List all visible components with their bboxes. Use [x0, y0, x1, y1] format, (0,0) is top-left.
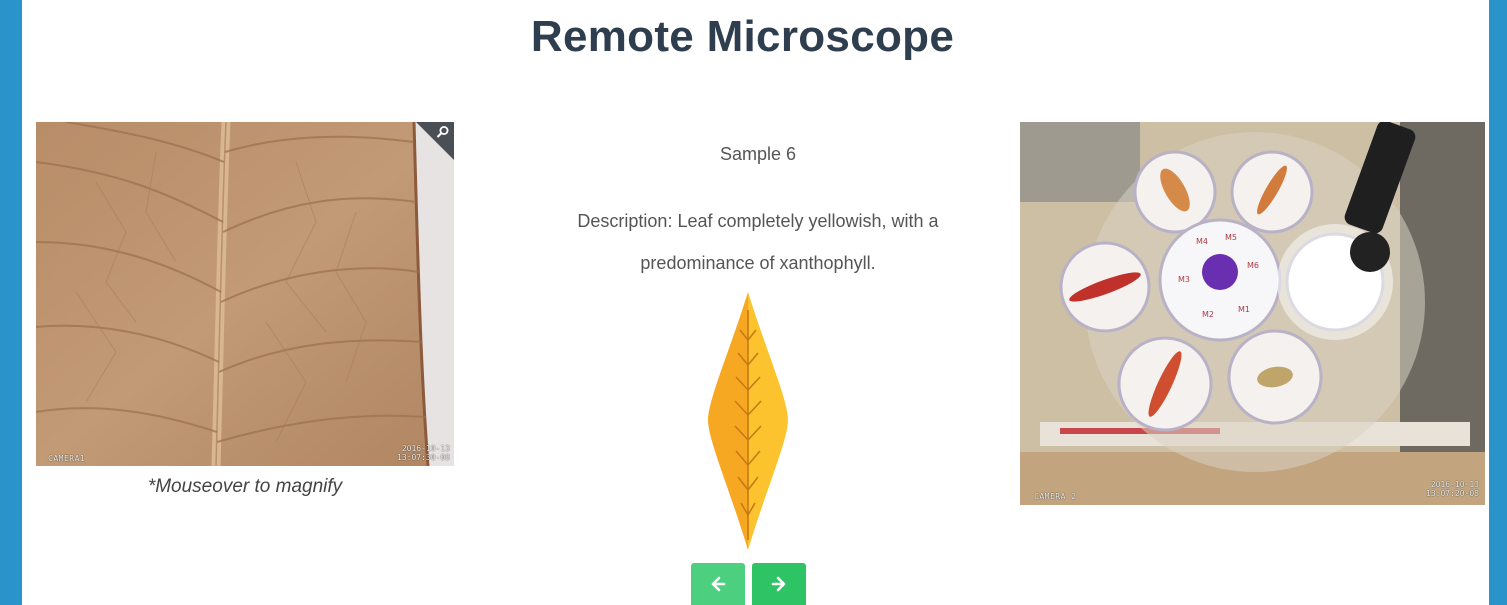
svg-text:M2: M2: [1202, 310, 1214, 319]
svg-text:M6: M6: [1247, 261, 1259, 270]
previous-sample-button[interactable]: [691, 563, 745, 605]
camera-timestamp: 2016-10-13 13:07:20-08: [1426, 480, 1479, 498]
svg-text:M3: M3: [1178, 275, 1190, 284]
next-sample-button[interactable]: [752, 563, 806, 605]
leaf-icon: [708, 292, 788, 550]
magnifier-icon: [436, 126, 449, 138]
microscope-timestamp-time: 13:07:30-08: [397, 453, 450, 462]
microscope-image[interactable]: CAMERA1 2016-10-13 13:07:30-08: [36, 122, 454, 466]
magnify-hint: *Mouseover to magnify: [147, 476, 343, 497]
camera-feed: M4 M5 M6 M1 M2 M3 CAMERA 2 2016-10-13 13…: [1020, 122, 1485, 505]
camera-timestamp-time: 13:07:20-08: [1426, 489, 1479, 498]
camera-timestamp-date: 2016-10-13: [1430, 480, 1479, 489]
svg-text:M4: M4: [1196, 237, 1208, 246]
microscope-timestamp-date: 2016-10-13: [401, 444, 450, 453]
arrow-right-icon: [771, 576, 786, 592]
page-title: Remote Microscope: [530, 12, 955, 61]
sample-name: Sample 6: [719, 144, 797, 164]
sample-description: Description: Leaf completely yellowish, …: [577, 211, 939, 273]
arrow-left-icon: [711, 576, 726, 592]
svg-text:M1: M1: [1238, 305, 1250, 314]
svg-text:M5: M5: [1225, 233, 1237, 242]
microscope-timestamp: 2016-10-13 13:07:30-08: [397, 444, 450, 462]
microscope-camera-label: CAMERA1: [48, 454, 86, 463]
camera-label: CAMERA 2: [1034, 492, 1077, 501]
